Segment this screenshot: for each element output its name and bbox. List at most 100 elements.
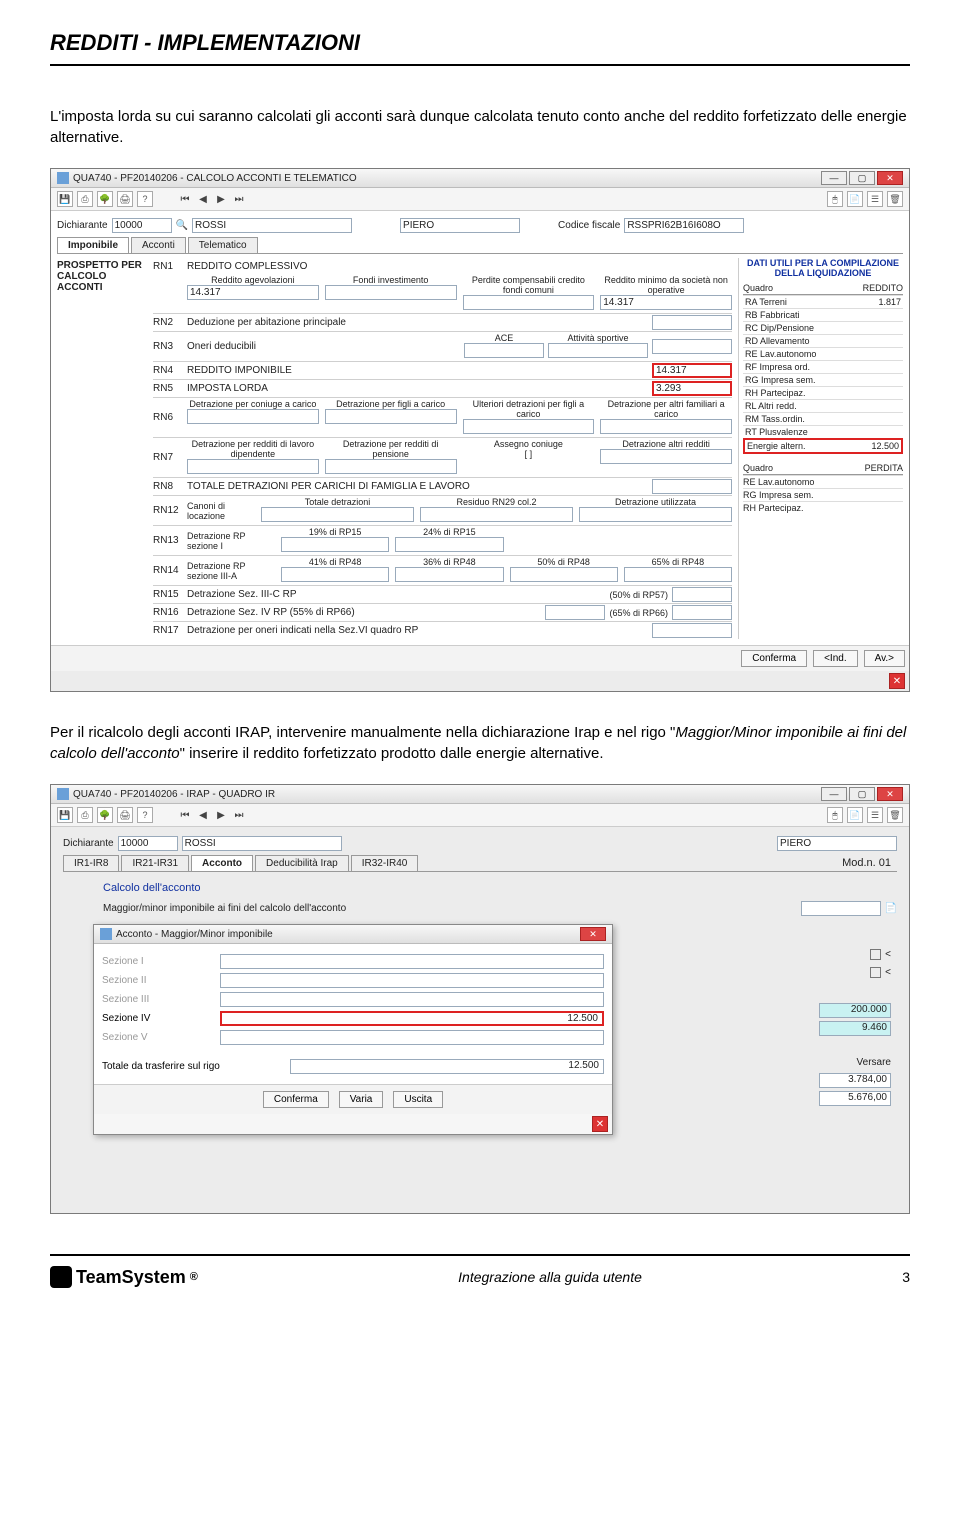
nav-last-icon[interactable]: ⏭ — [231, 807, 247, 823]
close-icon[interactable]: ✕ — [877, 787, 903, 801]
checkbox-1[interactable] — [870, 949, 881, 960]
rn15-f[interactable] — [672, 587, 732, 602]
close-icon[interactable]: ✕ — [877, 171, 903, 185]
rn6-f0[interactable] — [187, 409, 319, 424]
rn3-sport-field[interactable] — [548, 343, 648, 358]
nav-next-icon[interactable]: ▶ — [213, 191, 229, 207]
modal-uscita-button[interactable]: Uscita — [393, 1091, 443, 1108]
trash-icon[interactable]: 🗑 — [887, 191, 903, 207]
sez3-field[interactable] — [220, 992, 604, 1007]
conferma-button[interactable]: Conferma — [741, 650, 807, 667]
nome-field[interactable]: PIERO — [400, 218, 520, 233]
sez4-field[interactable]: 12.500 — [220, 1011, 604, 1026]
list-icon[interactable]: ☰ — [867, 191, 883, 207]
pointer-icon[interactable]: 🖱 — [827, 191, 843, 207]
rn2-field[interactable] — [652, 315, 732, 330]
help-icon[interactable]: ? — [137, 807, 153, 823]
rn8-field[interactable] — [652, 479, 732, 494]
modal-close-icon[interactable]: ✕ — [580, 927, 606, 941]
tab-acconto[interactable]: Acconto — [191, 855, 253, 871]
modal-varia-button[interactable]: Varia — [339, 1091, 384, 1108]
search-icon[interactable]: 🔍 — [176, 220, 188, 231]
tab-telematico[interactable]: Telematico — [188, 237, 258, 253]
rn5-field[interactable]: 3.293 — [652, 381, 732, 396]
rn3-total-field[interactable] — [652, 339, 732, 354]
rn1-perdite-field[interactable] — [463, 295, 595, 310]
rn6-f1[interactable] — [325, 409, 457, 424]
tab-deduc[interactable]: Deducibilità Irap — [255, 855, 349, 871]
minimize-icon[interactable]: — — [821, 171, 847, 185]
nav-prev-icon[interactable]: ◀ — [195, 191, 211, 207]
rn14-f1[interactable] — [395, 567, 503, 582]
help-icon[interactable]: ? — [137, 191, 153, 207]
dich-code[interactable]: 10000 — [118, 836, 178, 851]
rn1-min-field[interactable]: 14.317 — [600, 295, 732, 310]
rn1-fondi-field[interactable] — [325, 285, 457, 300]
tab-ir1[interactable]: IR1-IR8 — [63, 855, 119, 871]
rn17-f[interactable] — [652, 623, 732, 638]
sez2-field[interactable] — [220, 973, 604, 988]
sez5-field[interactable] — [220, 1030, 604, 1045]
maximize-icon[interactable]: ▢ — [849, 787, 875, 801]
rn1-agev-field[interactable]: 14.317 — [187, 285, 319, 300]
tool-icon[interactable]: ⎙ — [77, 191, 93, 207]
dich-nome[interactable]: PIERO — [777, 836, 897, 851]
rn12-f0[interactable] — [261, 507, 414, 522]
rn14-f2[interactable] — [510, 567, 618, 582]
tree-icon[interactable]: 🌳 — [97, 191, 113, 207]
save-icon[interactable]: 💾 — [57, 191, 73, 207]
tree-icon[interactable]: 🌳 — [97, 807, 113, 823]
minimize-icon[interactable]: — — [821, 787, 847, 801]
sez4-label: Sezione IV — [102, 1013, 212, 1024]
maximize-icon[interactable]: ▢ — [849, 171, 875, 185]
cognome-field[interactable]: ROSSI — [192, 218, 352, 233]
tab-ir32[interactable]: IR32-IR40 — [351, 855, 419, 871]
nav-prev-icon[interactable]: ◀ — [195, 807, 211, 823]
rn16-f1[interactable] — [545, 605, 605, 620]
checkbox-2[interactable] — [870, 967, 881, 978]
sez1-field[interactable] — [220, 954, 604, 969]
trash-icon[interactable]: 🗑 — [887, 807, 903, 823]
pointer-icon[interactable]: 🖱 — [827, 807, 843, 823]
modal-conferma-button[interactable]: Conferma — [263, 1091, 329, 1108]
list-icon[interactable]: ☰ — [867, 807, 883, 823]
cf-field[interactable]: RSSPRI62B16I608O — [624, 218, 744, 233]
nav-last-icon[interactable]: ⏭ — [231, 191, 247, 207]
nav-first-icon[interactable]: ⏮ — [177, 191, 193, 207]
rn7-f1[interactable] — [325, 459, 457, 474]
print-icon[interactable]: 🖨 — [117, 191, 133, 207]
rn4-field[interactable]: 14.317 — [652, 363, 732, 378]
dichiarante-code[interactable]: 10000 — [112, 218, 172, 233]
rn12-f2[interactable] — [579, 507, 732, 522]
maggior-field[interactable] — [801, 901, 881, 916]
rn7-f0[interactable] — [187, 459, 319, 474]
rn12-f1[interactable] — [420, 507, 573, 522]
rn6-f3[interactable] — [600, 419, 732, 434]
rn3-ace-field[interactable] — [464, 343, 544, 358]
dich-cognome[interactable]: ROSSI — [182, 836, 342, 851]
doc-icon[interactable]: 📄 — [847, 807, 863, 823]
tool-icon[interactable]: ⎙ — [77, 807, 93, 823]
rn14-f3[interactable] — [624, 567, 732, 582]
tab-acconti[interactable]: Acconti — [131, 237, 186, 253]
print-icon[interactable]: 🖨 — [117, 807, 133, 823]
tab-ir21[interactable]: IR21-IR31 — [121, 855, 189, 871]
rn13-f0[interactable] — [281, 537, 389, 552]
rn1-sub1: Fondi investimento — [325, 275, 457, 285]
av-button[interactable]: Av.> — [864, 650, 905, 667]
exit-icon[interactable]: ✕ — [889, 673, 905, 689]
rn16-f2[interactable] — [672, 605, 732, 620]
rn6-f2[interactable] — [463, 419, 595, 434]
nav-first-icon[interactable]: ⏮ — [177, 807, 193, 823]
doc-icon[interactable]: 📄 — [847, 191, 863, 207]
rn13-f1[interactable] — [395, 537, 503, 552]
tab-imponibile[interactable]: Imponibile — [57, 237, 129, 253]
rn7-f3[interactable] — [600, 449, 732, 464]
detail-icon[interactable]: 📄 — [885, 903, 897, 914]
nav-next-icon[interactable]: ▶ — [213, 807, 229, 823]
ind-button[interactable]: <Ind. — [813, 650, 858, 667]
tot-field[interactable]: 12.500 — [290, 1059, 604, 1074]
save-icon[interactable]: 💾 — [57, 807, 73, 823]
rn14-f0[interactable] — [281, 567, 389, 582]
modal-exit-icon[interactable]: ✕ — [592, 1116, 608, 1132]
